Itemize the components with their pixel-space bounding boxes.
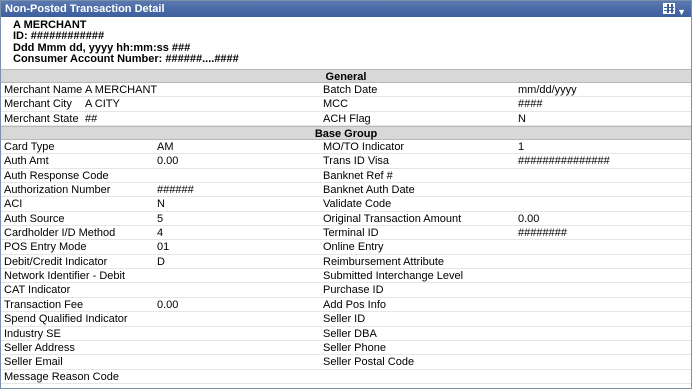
field-label: Message Reason Code bbox=[4, 370, 119, 383]
field-value: 4 bbox=[157, 227, 164, 240]
section-base-group-header: Base Group bbox=[1, 126, 691, 141]
field-value: A CITY bbox=[85, 98, 120, 111]
chevron-down-icon[interactable]: ▼ bbox=[677, 4, 686, 20]
field-value: ######## bbox=[518, 227, 567, 240]
field-value: #### bbox=[518, 98, 543, 111]
field-label: Batch Date bbox=[323, 84, 378, 96]
field-value: 5 bbox=[157, 212, 164, 225]
field-label: Network Identifier - Debit bbox=[4, 270, 126, 283]
field-label: Industry SE bbox=[4, 327, 61, 340]
detail-row: Cardholder I/D Method 4 Terminal ID #######… bbox=[1, 226, 691, 241]
field-label: Merchant State bbox=[4, 112, 79, 125]
detail-row: Seller Email Seller Postal Code bbox=[1, 355, 691, 370]
field-label: Banknet Auth Date bbox=[323, 184, 415, 197]
detail-row: CAT Indicator Purchase ID bbox=[1, 283, 691, 298]
field-label: Banknet Ref # bbox=[323, 169, 393, 182]
merchant-name-heading: A MERCHANT bbox=[13, 19, 87, 31]
field-label: Transaction Fee bbox=[4, 298, 84, 311]
field-value: AM bbox=[157, 141, 174, 154]
field-label: ACH Flag bbox=[323, 112, 371, 125]
field-value: 0.00 bbox=[518, 212, 540, 225]
consumer-account-number: Consumer Account Number: ######....#### bbox=[13, 53, 239, 66]
detail-row: Card Type AM MO/TO Indicator 1 bbox=[1, 140, 691, 155]
detail-row: Merchant State ## ACH Flag N bbox=[1, 112, 691, 127]
field-label: Cardholder I/D Method bbox=[4, 227, 116, 240]
field-label: Seller Phone bbox=[323, 341, 386, 354]
field-label: Seller Postal Code bbox=[323, 356, 415, 369]
panel-title: Non-Posted Transaction Detail bbox=[5, 3, 165, 15]
detail-row: ACI N Validate Code bbox=[1, 197, 691, 212]
field-label: Seller Email bbox=[4, 356, 63, 369]
grid-icon[interactable] bbox=[663, 3, 675, 14]
detail-row: Authorization Number ###### Banknet Auth D… bbox=[1, 183, 691, 198]
transaction-detail-panel: Non-Posted Transaction Detail ▼ A MERCHA… bbox=[0, 0, 692, 389]
detail-row: Merchant City A CITY MCC #### bbox=[1, 97, 691, 112]
detail-row: Auth Response Code Banknet Ref # bbox=[1, 169, 691, 184]
field-label: Merchant Name bbox=[4, 84, 83, 96]
detail-row: Merchant Name A MERCHANT Batch Date mm/dd/y… bbox=[1, 83, 691, 98]
field-label: Reimbursement Attribute bbox=[323, 255, 445, 268]
field-value: 01 bbox=[157, 241, 170, 254]
field-value: 0.00 bbox=[157, 298, 179, 311]
field-label: Spend Qualified Indicator bbox=[4, 313, 128, 326]
transaction-header: A MERCHANT ID: ############ Ddd Mmm dd, … bbox=[1, 17, 691, 69]
field-value: mm/dd/yyyy bbox=[518, 84, 577, 96]
field-label: Purchase ID bbox=[323, 284, 384, 297]
field-value: ## bbox=[85, 112, 98, 125]
field-label: Online Entry bbox=[323, 241, 384, 254]
panel-titlebar: Non-Posted Transaction Detail ▼ bbox=[1, 1, 691, 17]
field-value: N bbox=[518, 112, 526, 125]
field-value: ############### bbox=[518, 155, 610, 168]
detail-row: Spend Qualified Indicator Seller ID bbox=[1, 312, 691, 327]
field-label: CAT Indicator bbox=[4, 284, 71, 297]
field-label: Submitted Interchange Level bbox=[323, 270, 464, 283]
field-label: Validate Code bbox=[323, 198, 392, 211]
field-label: Auth Response Code bbox=[4, 169, 109, 182]
detail-row: Network Identifier - Debit Submitted Inte… bbox=[1, 269, 691, 284]
detail-row: Industry SE Seller DBA bbox=[1, 327, 691, 341]
field-value: 1 bbox=[518, 141, 525, 154]
detail-row: Auth Source 5 Original Transaction Amount 0… bbox=[1, 212, 691, 227]
general-section: Merchant Name A MERCHANT Batch Date mm/dd/y… bbox=[1, 83, 691, 127]
detail-row: Debit/Credit Indicator D Reimbursement Att… bbox=[1, 255, 691, 270]
field-value: ###### bbox=[157, 184, 194, 197]
field-value: D bbox=[157, 255, 165, 268]
field-label: Merchant City bbox=[4, 98, 72, 111]
section-general-header: General bbox=[1, 69, 691, 83]
detail-row: Auth Amt 0.00 Trans ID Visa ############### bbox=[1, 154, 691, 169]
field-label: Authorization Number bbox=[4, 184, 111, 197]
base-group-section: Card Type AM MO/TO Indicator 1 Auth Amt 0.00 T… bbox=[1, 140, 691, 384]
field-label: POS Entry Mode bbox=[4, 241, 87, 254]
field-value: N bbox=[157, 198, 165, 211]
field-label: Seller Address bbox=[4, 341, 75, 354]
detail-row: Seller Address Seller Phone bbox=[1, 341, 691, 356]
field-label: Auth Source bbox=[4, 212, 65, 225]
detail-row: Message Reason Code bbox=[1, 370, 691, 384]
field-label: Add Pos Info bbox=[323, 298, 386, 311]
field-label: ACI bbox=[4, 198, 23, 211]
field-label: Terminal ID bbox=[323, 227, 379, 240]
field-label: Trans ID Visa bbox=[323, 155, 390, 168]
field-label: MCC bbox=[323, 98, 349, 111]
field-value: 0.00 bbox=[157, 155, 179, 168]
detail-row: Transaction Fee 0.00 Add Pos Info bbox=[1, 298, 691, 313]
field-label: Card Type bbox=[4, 141, 55, 154]
field-label: Seller DBA bbox=[323, 327, 377, 340]
field-label: Auth Amt bbox=[4, 155, 49, 168]
field-label: Debit/Credit Indicator bbox=[4, 255, 108, 268]
field-label: MO/TO Indicator bbox=[323, 141, 405, 154]
field-value: A MERCHANT bbox=[85, 84, 158, 96]
detail-row: POS Entry Mode 01 Online Entry bbox=[1, 240, 691, 255]
field-label: Seller ID bbox=[323, 313, 366, 326]
field-label: Original Transaction Amount bbox=[323, 212, 462, 225]
